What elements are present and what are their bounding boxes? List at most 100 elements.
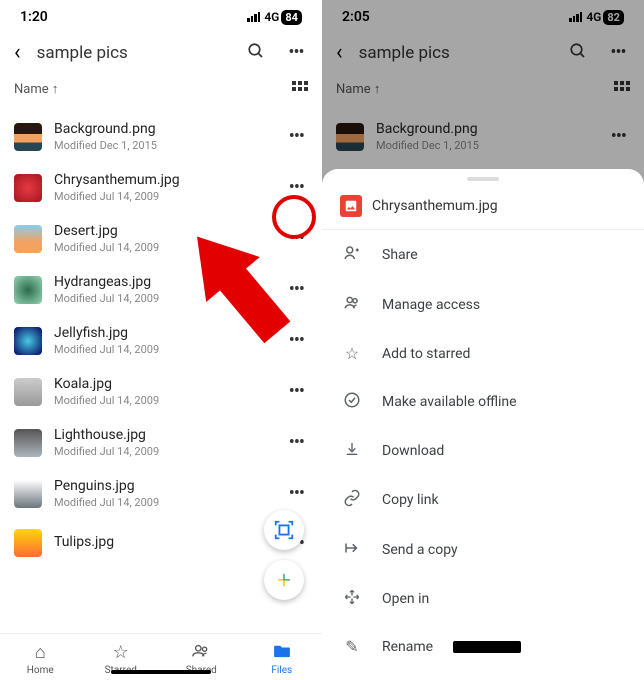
grid-view-icon[interactable] (292, 81, 308, 101)
file-row[interactable]: Background.pngModified Dec 1, 2015••• (14, 111, 308, 162)
file-row[interactable]: Background.png Modified Dec 1, 2015 ••• (336, 111, 630, 162)
sheet-copy-link[interactable]: Copy link (322, 475, 644, 525)
file-more-icon[interactable]: ••• (285, 330, 308, 351)
file-name: Desert.jpg (54, 223, 273, 239)
search-icon[interactable] (244, 42, 268, 64)
redacted-text (453, 641, 520, 653)
battery-badge: 84 (281, 10, 302, 25)
sheet-label: Open in (382, 591, 429, 607)
sheet-label: Send a copy (382, 542, 458, 558)
file-modified: Modified Dec 1, 2015 (376, 139, 595, 152)
file-row[interactable]: Lighthouse.jpg Modified Jul 14, 2009 ••• (14, 417, 308, 468)
file-modified: Modified Jul 14, 2009 (54, 241, 273, 254)
send-icon (342, 539, 362, 561)
download-icon (342, 441, 362, 461)
file-row[interactable]: Desert.jpg Modified Jul 14, 2009 ••• (14, 213, 308, 264)
status-right: 4G 84 (247, 10, 302, 25)
file-name: Lighthouse.jpg (54, 427, 273, 443)
file-name: Jellyfish.jpg (54, 325, 273, 341)
file-list: Background.pngModified Dec 1, 2015••• Ch… (0, 111, 322, 567)
image-icon (340, 195, 362, 217)
file-more-icon[interactable]: ••• (285, 381, 308, 402)
star-icon: ☆ (81, 642, 162, 663)
nav-files[interactable]: Files (242, 634, 323, 680)
file-name: Penguins.jpg (54, 478, 273, 494)
status-time: 1:20 (20, 9, 48, 25)
file-name: Background.png (376, 121, 595, 137)
file-row[interactable]: Jellyfish.jpg Modified Jul 14, 2009 ••• (14, 315, 308, 366)
sort-toggle[interactable]: Name ↑ (14, 81, 58, 101)
open-icon (342, 589, 362, 609)
sheet-handle[interactable] (467, 177, 499, 181)
home-icon: ⌂ (0, 642, 81, 663)
sheet-open-in[interactable]: Open in (322, 575, 644, 623)
file-more-icon[interactable]: ••• (285, 126, 308, 147)
sheet-label: Make available offline (382, 394, 517, 410)
file-name: Koala.jpg (54, 376, 273, 392)
file-thumbnail (14, 429, 42, 457)
signal-icon (247, 12, 260, 22)
sheet-header: Chrysanthemum.jpg (322, 189, 644, 230)
sheet-rename[interactable]: ✎Rename (322, 623, 644, 670)
file-more-icon[interactable]: ••• (285, 432, 308, 453)
file-row[interactable]: Penguins.jpgModified Jul 14, 2009••• (14, 468, 308, 519)
file-name: Hydrangeas.jpg (54, 274, 273, 290)
sheet-star[interactable]: ☆ Add to starred (322, 330, 644, 377)
network-label: 4G (264, 10, 279, 24)
sort-toggle[interactable]: Name ↑ (336, 81, 380, 101)
file-thumbnail (14, 276, 42, 304)
sheet-label: Add to starred (382, 346, 470, 362)
more-icon[interactable]: ••• (606, 42, 630, 63)
page-title: sample pics (37, 43, 228, 63)
page-title: sample pics (359, 43, 550, 63)
file-name: Chrysanthemum.jpg (54, 172, 273, 188)
file-row[interactable]: Chrysanthemum.jpgModified Jul 14, 2009••… (14, 162, 308, 213)
sheet-download[interactable]: Download (322, 427, 644, 475)
file-more-icon[interactable]: ••• (607, 126, 630, 147)
file-thumbnail (14, 123, 42, 151)
more-icon[interactable]: ••• (284, 42, 308, 63)
person-add-icon (342, 244, 362, 266)
nav-home[interactable]: ⌂Home (0, 634, 81, 680)
file-thumbnail (336, 123, 364, 151)
grid-view-icon[interactable] (614, 81, 630, 101)
file-row[interactable]: Hydrangeas.jpgModified Jul 14, 2009••• (14, 264, 308, 315)
home-indicator (111, 670, 211, 674)
file-thumbnail (14, 327, 42, 355)
sheet-share[interactable]: Share (322, 230, 644, 280)
sheet-title: Chrysanthemum.jpg (372, 198, 498, 214)
sheet-offline[interactable]: Make available offline (322, 377, 644, 427)
status-bar: 1:20 4G 84 (0, 0, 322, 30)
sheet-label: Manage access (382, 297, 480, 313)
add-fab[interactable]: + (264, 560, 304, 600)
sheet-send-copy[interactable]: Send a copy (322, 525, 644, 575)
file-more-icon[interactable]: ••• (285, 177, 308, 198)
plus-icon: + (277, 566, 291, 594)
file-more-icon[interactable]: ••• (285, 228, 308, 249)
file-thumbnail (14, 174, 42, 202)
file-more-icon[interactable]: ••• (285, 279, 308, 300)
search-icon[interactable] (566, 42, 590, 64)
sheet-label: Share (382, 247, 418, 263)
shared-icon (161, 642, 242, 663)
scan-fab[interactable] (264, 510, 304, 550)
file-thumbnail (14, 378, 42, 406)
people-icon (342, 294, 362, 316)
status-right: 4G 82 (569, 10, 624, 25)
file-name: Tulips.jpg (54, 534, 273, 550)
file-thumbnail (14, 225, 42, 253)
battery-badge: 82 (603, 10, 624, 25)
sheet-manage-access[interactable]: Manage access (322, 280, 644, 330)
link-icon (342, 489, 362, 511)
back-button[interactable]: ‹ (336, 40, 343, 65)
sheet-label: Rename (382, 639, 433, 655)
file-modified: Modified Jul 14, 2009 (54, 394, 273, 407)
back-button[interactable]: ‹ (14, 40, 21, 65)
file-more-icon[interactable]: ••• (285, 483, 308, 504)
offline-icon (342, 391, 362, 413)
file-name: Background.png (54, 121, 273, 137)
file-modified: Modified Jul 14, 2009 (54, 445, 273, 458)
file-modified: Modified Jul 14, 2009 (54, 343, 273, 356)
star-icon: ☆ (342, 344, 362, 363)
file-row[interactable]: Koala.jpg Modified Jul 14, 2009 ••• (14, 366, 308, 417)
